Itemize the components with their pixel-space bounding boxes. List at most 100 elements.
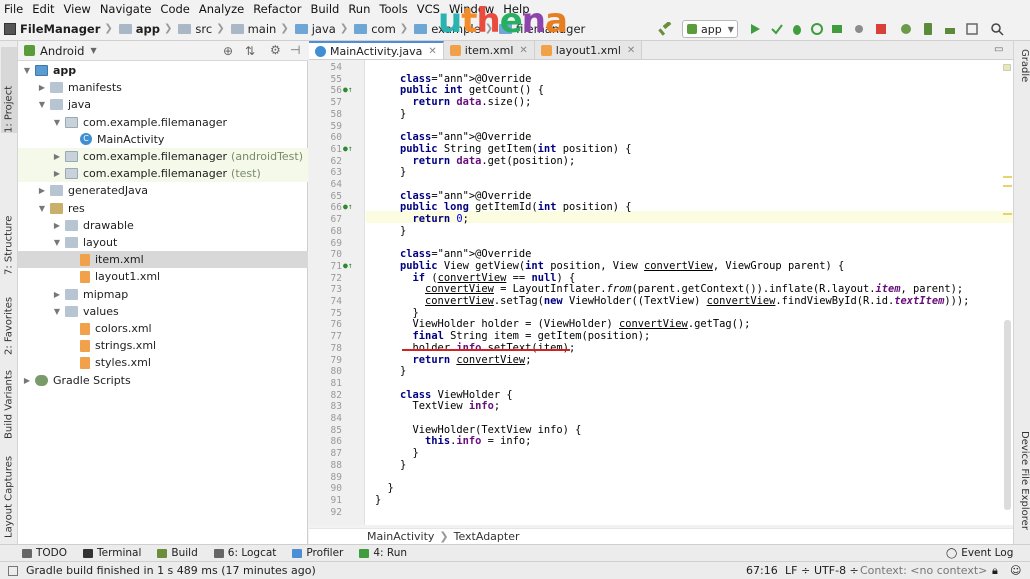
line-separator[interactable]: LF ÷ xyxy=(785,564,810,577)
menu-item-run[interactable]: Run xyxy=(348,2,370,16)
stop-icon[interactable] xyxy=(874,22,888,36)
hammer-icon[interactable] xyxy=(658,22,672,36)
tree-item-generatedjava[interactable]: ▶ generatedJava xyxy=(18,182,308,199)
code-line[interactable]: } xyxy=(375,167,406,179)
run-icon[interactable] xyxy=(748,22,762,36)
collapse-arrow-icon[interactable]: ▶ xyxy=(37,83,47,92)
project-view-select[interactable]: Android xyxy=(40,44,84,58)
tree-item-colors-xml[interactable]: colors.xml xyxy=(18,320,308,337)
scroll-marker[interactable] xyxy=(1003,185,1012,187)
collapse-all-icon[interactable]: ⇅ xyxy=(245,44,255,58)
tree-item-app[interactable]: ▼ app xyxy=(18,62,308,79)
menu-item-edit[interactable]: Edit xyxy=(32,2,54,16)
vertical-scrollbar-thumb[interactable] xyxy=(1004,320,1011,510)
apply-changes-icon[interactable] xyxy=(770,22,784,36)
menu-item-view[interactable]: View xyxy=(64,2,91,16)
code-line[interactable]: } xyxy=(375,494,381,507)
tab-todo[interactable]: TODO xyxy=(22,547,67,559)
breadcrumb-item[interactable]: app ❯ xyxy=(118,22,177,36)
sync-gradle-icon[interactable] xyxy=(899,22,913,36)
tree-item-com-example-filemanager[interactable]: ▶ com.example.filemanager (test) xyxy=(18,165,308,183)
menu-item-code[interactable]: Code xyxy=(160,2,189,16)
expand-arrow-icon[interactable]: ▼ xyxy=(37,100,47,109)
scroll-marker[interactable] xyxy=(1003,176,1012,178)
collapse-arrow-icon[interactable]: ▶ xyxy=(22,376,32,385)
breadcrumb-item[interactable]: com ❯ xyxy=(354,22,412,36)
tree-item-java[interactable]: ▼ java xyxy=(18,96,308,113)
code-line[interactable]: TextView info; xyxy=(375,400,501,413)
tab-item-xml[interactable]: item.xml ✕ xyxy=(443,41,535,59)
tree-item-drawable[interactable]: ▶ drawable xyxy=(18,217,308,234)
run-configuration-select[interactable]: app ▼ xyxy=(682,20,738,38)
inspection-indicator[interactable] xyxy=(1003,64,1011,71)
tree-item-res[interactable]: ▼ res xyxy=(18,200,308,217)
tab-build[interactable]: Build xyxy=(157,547,198,559)
expand-arrow-icon[interactable]: ▼ xyxy=(22,66,32,75)
chevron-down-icon[interactable]: ▼ xyxy=(90,46,96,55)
override-marker-icon[interactable]: ●↑ xyxy=(343,85,353,95)
file-encoding[interactable]: UTF-8 ÷ xyxy=(814,564,859,577)
tree-item-com-example-filemanager[interactable]: ▶ com.example.filemanager (androidTest) xyxy=(18,148,308,165)
avd-manager-icon[interactable] xyxy=(921,22,935,36)
tab-mainactivity-java[interactable]: MainActivity.java ✕ xyxy=(309,41,444,59)
breadcrumb-item[interactable]: src ❯ xyxy=(178,22,228,36)
menu-item-navigate[interactable]: Navigate xyxy=(100,2,152,16)
close-icon[interactable]: ✕ xyxy=(519,45,527,56)
menu-item-analyze[interactable]: Analyze xyxy=(199,2,244,16)
sdk-manager-icon[interactable] xyxy=(943,22,957,36)
menu-item-tools[interactable]: Tools xyxy=(379,2,407,16)
caret-position[interactable]: 67:16 xyxy=(746,564,778,577)
expand-arrow-icon[interactable]: ▼ xyxy=(37,204,47,213)
scroll-from-source-icon[interactable]: ⊕ xyxy=(223,44,233,58)
code-line[interactable]: } xyxy=(375,225,406,238)
collapse-arrow-icon[interactable]: ▶ xyxy=(52,169,62,178)
breadcrumb-item[interactable]: main ❯ xyxy=(230,22,293,36)
tab-terminal[interactable]: Terminal xyxy=(83,547,141,559)
code-line[interactable]: } xyxy=(375,365,406,378)
breadcrumb-class-textadapter[interactable]: TextAdapter xyxy=(454,530,520,543)
tab-layout1-xml[interactable]: layout1.xml ✕ xyxy=(534,41,643,59)
tab-device-file-explorer[interactable]: Device File Explorer xyxy=(1015,431,1030,541)
gear-icon[interactable]: ⚙ xyxy=(270,43,281,57)
override-marker-icon[interactable]: ●↑ xyxy=(343,202,353,212)
tree-item-values[interactable]: ▼ values xyxy=(18,303,308,320)
tab-layout-captures[interactable]: Layout Captures xyxy=(1,446,17,538)
breadcrumb-project[interactable]: FileManager ❯ xyxy=(4,22,117,36)
menu-item-build[interactable]: Build xyxy=(310,2,339,16)
scroll-marker[interactable] xyxy=(1003,213,1012,215)
layout-inspector-icon[interactable] xyxy=(965,22,979,36)
override-marker-icon[interactable]: ●↑ xyxy=(343,144,353,154)
tab-structure[interactable]: 7: Structure xyxy=(1,179,17,275)
expand-arrow-icon[interactable]: ▼ xyxy=(52,307,62,316)
tree-item-mainactivity[interactable]: C MainActivity xyxy=(18,131,308,148)
search-icon[interactable] xyxy=(990,22,1004,36)
tab-project[interactable]: 1: Project xyxy=(1,47,17,133)
tab-logcat[interactable]: 6: Logcat xyxy=(213,547,276,559)
coverage-icon[interactable] xyxy=(830,22,844,36)
tool-window-toggle-icon[interactable] xyxy=(8,565,18,576)
event-log-button[interactable]: ◯ Event Log xyxy=(946,547,1013,559)
breadcrumb-class-mainactivity[interactable]: MainActivity xyxy=(367,530,434,543)
menu-item-refactor[interactable]: Refactor xyxy=(253,2,301,16)
hide-panel-icon[interactable]: ⊣ xyxy=(290,43,300,57)
editor-tab-list-icon[interactable]: ▭ xyxy=(994,44,1003,55)
tree-item-com-example-filemanager[interactable]: ▼ com.example.filemanager xyxy=(18,114,308,131)
collapse-arrow-icon[interactable]: ▶ xyxy=(37,186,47,195)
menu-item-vcs[interactable]: VCS xyxy=(417,2,440,16)
tree-item-mipmap[interactable]: ▶ mipmap xyxy=(18,286,308,303)
breadcrumb-item[interactable]: java ❯ xyxy=(294,22,353,36)
code-line[interactable]: convertView.setTag(new ViewHolder((TextV… xyxy=(375,295,969,308)
tab-gradle[interactable]: Gradle xyxy=(1015,49,1030,99)
expand-arrow-icon[interactable]: ▼ xyxy=(52,118,62,127)
lock-icon[interactable]: 🔒︎ xyxy=(992,564,998,578)
tab-run[interactable]: 4: Run xyxy=(359,547,407,559)
code-line[interactable]: } xyxy=(375,108,406,121)
tab-favorites[interactable]: 2: Favorites xyxy=(1,263,17,355)
close-icon[interactable]: ✕ xyxy=(627,45,635,56)
tree-item-strings-xml[interactable]: strings.xml xyxy=(18,337,308,354)
tree-item-manifests[interactable]: ▶ manifests xyxy=(18,79,308,96)
tree-item-layout[interactable]: ▼ layout xyxy=(18,234,308,251)
tab-build-variants[interactable]: Build Variants xyxy=(1,349,17,439)
hector-icon[interactable]: ☺ xyxy=(1010,564,1021,577)
debug-icon[interactable] xyxy=(790,22,804,36)
